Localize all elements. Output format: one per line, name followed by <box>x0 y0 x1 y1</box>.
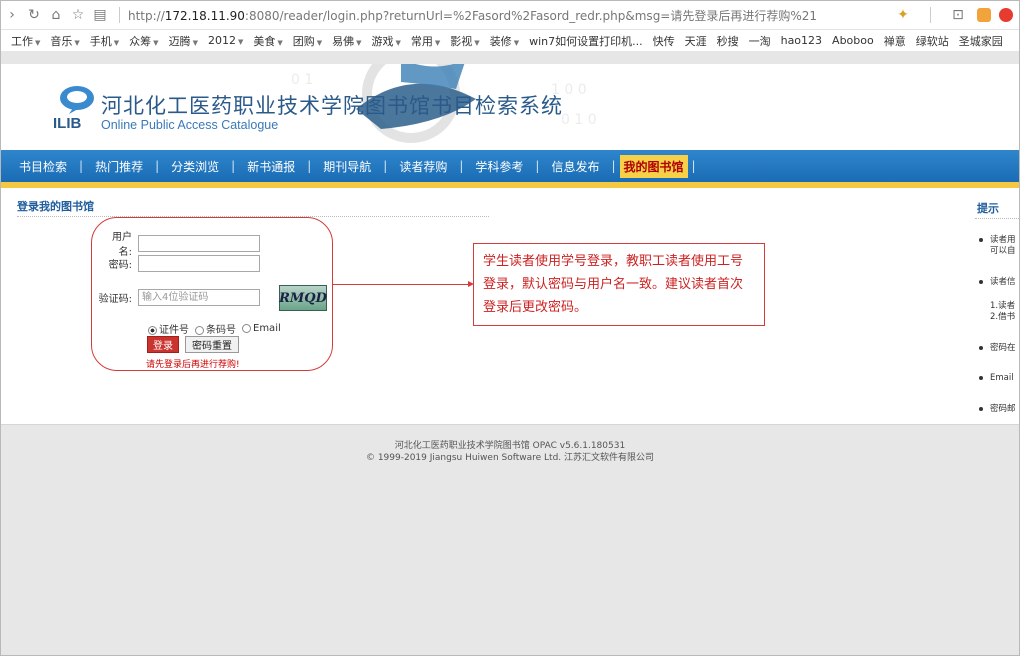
bookmark[interactable]: 工作 ▼ <box>11 33 40 49</box>
bullet-icon <box>979 237 983 242</box>
divider <box>119 7 120 23</box>
bookmark[interactable]: 迈腾 ▼ <box>169 33 198 49</box>
bookmark[interactable]: 影视 ▼ <box>450 33 479 49</box>
addon-orange-icon[interactable] <box>977 8 991 22</box>
page-top-strip <box>1 52 1019 64</box>
bookmark[interactable]: 秒搜 <box>717 33 739 49</box>
main-menu: 书目检索 | 热门推荐 | 分类浏览 | 新书通报 | 期刊导航 | 读者荐购 … <box>1 150 1019 182</box>
site-subtitle: Online Public Access Catalogue <box>101 118 279 132</box>
extension-icon[interactable]: ✦ <box>892 4 914 26</box>
forward-icon[interactable]: › <box>1 4 23 26</box>
site-title: 河北化工医药职业技术学院图书馆书目检索系统 <box>101 94 563 118</box>
menu-item-reader-recommend[interactable]: 读者荐购 <box>387 158 459 175</box>
addon-red-icon[interactable] <box>999 8 1013 22</box>
annotation-ellipse <box>91 217 333 371</box>
bookmarks-bar: 工作 ▼ 音乐 ▼ 手机 ▼ 众筹 ▼ 迈腾 ▼ 2012 ▼ 美食 ▼ 团购 ▼ 易佛 ▼ 游戏… <box>1 30 1019 52</box>
divider <box>930 7 931 23</box>
url-field[interactable]: http://172.18.11.90:8080/reader/login.ph… <box>128 7 868 24</box>
bookmark[interactable]: 圣城家园 <box>959 33 1003 49</box>
bookmark[interactable]: 团购 ▼ <box>293 33 322 49</box>
bookmark[interactable]: Aboboo <box>832 34 874 47</box>
footer-copyright: © 1999-2019 Jiangsu Huiwen Software Ltd.… <box>365 453 655 463</box>
bookmark[interactable]: 快传 <box>653 33 675 49</box>
refresh-icon[interactable]: ↻ <box>23 4 45 26</box>
annotation-arrow <box>333 284 470 285</box>
hint-panel: 提示 读者用 可以自 读者信 1.读者 2.借书 密码在 Email 密码邮 <box>967 188 1019 424</box>
toolbar-icons: ✦ ⊡ <box>892 4 1019 26</box>
star-icon[interactable]: ☆ <box>67 4 89 26</box>
bullet-icon <box>979 375 983 380</box>
menu-item-new-books[interactable]: 新书通报 <box>235 158 307 175</box>
bookmark[interactable]: 游戏 ▼ <box>372 33 401 49</box>
address-bar: › ↻ ⌂ ☆ ▤ http://172.18.11.90:8080/reade… <box>1 1 1019 30</box>
home-icon[interactable]: ⌂ <box>45 4 67 26</box>
hint-item-cont: 1.读者 <box>990 301 1016 311</box>
bookmark[interactable]: 易佛 ▼ <box>332 33 361 49</box>
hint-item: 读者用 <box>979 235 1016 246</box>
bookmark[interactable]: 音乐 ▼ <box>50 33 79 49</box>
hint-item: 读者信 <box>979 277 1016 288</box>
bookmark[interactable]: 手机 ▼ <box>90 33 119 49</box>
page-footer: 河北化工医药职业技术学院图书馆 OPAC v5.6.1.180531 © 199… <box>1 424 1019 655</box>
hint-item-cont: 2.借书 <box>990 312 1016 322</box>
hint-title: 提示 <box>977 202 999 215</box>
bookmark[interactable]: 众筹 ▼ <box>129 33 158 49</box>
menu-item-catalog-search[interactable]: 书目检索 <box>7 158 79 175</box>
menu-item-my-library[interactable]: 我的图书馆 <box>619 154 688 178</box>
bullet-icon <box>979 345 983 350</box>
menu-item-category-browse[interactable]: 分类浏览 <box>159 158 231 175</box>
hint-item: 密码在 <box>979 343 1016 354</box>
login-content: 登录我的图书馆 用户名: 密码: 验证码: 输入4位验证码 RMQD 证件号 条… <box>1 188 1019 424</box>
site-banner: 1 0 0 0 1 0 0 1 ILIB 河北化工医药职业技术学院图书馆书目检索… <box>1 64 1019 150</box>
menu-item-info-publish[interactable]: 信息发布 <box>539 158 611 175</box>
bookmark[interactable]: hao123 <box>781 34 822 47</box>
menu-item-hot-recommend[interactable]: 热门推荐 <box>83 158 155 175</box>
screenshot-icon[interactable]: ⊡ <box>947 4 969 26</box>
svg-text:0 1 0: 0 1 0 <box>561 112 597 128</box>
menu-item-journal-nav[interactable]: 期刊导航 <box>311 158 383 175</box>
bullet-icon <box>979 279 983 284</box>
hint-item: Email <box>979 373 1014 384</box>
menu-separator: | <box>611 159 616 173</box>
svg-text:0 1: 0 1 <box>291 72 313 88</box>
section-title: 登录我的图书馆 <box>17 200 94 213</box>
bookmark[interactable]: 天涯 <box>685 33 707 49</box>
hint-item: 密码邮 <box>979 404 1016 415</box>
bullet-icon <box>979 406 983 411</box>
menu-item-subject-reference[interactable]: 学科参考 <box>463 158 535 175</box>
hint-divider <box>975 218 1019 219</box>
annotation-note: 学生读者使用学号登录，教职工读者使用工号登录，默认密码与用户名一致。建议读者首次… <box>473 243 765 326</box>
menu-separator: | <box>691 159 696 173</box>
bookmark[interactable]: 禅意 <box>884 33 906 49</box>
bookmark[interactable]: 美食 ▼ <box>253 33 282 49</box>
bookmark[interactable]: win7如何设置打印机... <box>529 33 643 49</box>
bookmark[interactable]: 2012 ▼ <box>208 34 243 47</box>
hint-item-cont: 可以自 <box>990 246 1016 256</box>
bookmark[interactable]: 绿软站 <box>916 33 949 49</box>
logo-text: ILIB <box>53 115 81 130</box>
bookmark[interactable]: 装修 ▼ <box>490 33 519 49</box>
ilib-logo: ILIB <box>53 86 94 130</box>
bookmark[interactable]: 一淘 <box>749 33 771 49</box>
reader-icon[interactable]: ▤ <box>89 4 111 26</box>
bookmark[interactable]: 常用 ▼ <box>411 33 440 49</box>
